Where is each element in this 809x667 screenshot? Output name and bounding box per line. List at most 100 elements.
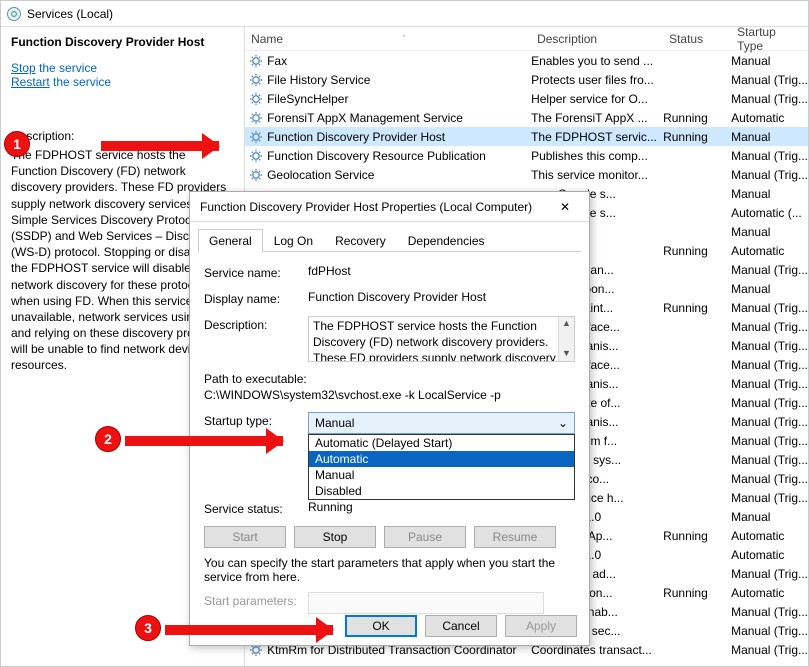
desc-scrollbar[interactable]: ▲▼: [558, 317, 574, 361]
gear-icon: [249, 54, 263, 68]
scroll-down-icon[interactable]: ▼: [562, 347, 571, 361]
service-row[interactable]: Fax Enables you to send ... Manual: [245, 51, 808, 70]
service-name: File History Service: [267, 73, 370, 87]
selected-service-title: Function Discovery Provider Host: [11, 35, 234, 49]
combo-option[interactable]: Disabled: [309, 483, 574, 499]
service-startup: Manual (Trig...: [731, 396, 808, 410]
path-label: Path to executable:: [204, 372, 575, 386]
service-startup: Manual (Trig...: [731, 73, 808, 87]
service-row[interactable]: Function Discovery Provider Host The FDPH…: [245, 127, 808, 146]
dialog-titlebar[interactable]: Function Discovery Provider Host Propert…: [190, 192, 589, 222]
apply-button[interactable]: Apply: [505, 615, 577, 637]
chevron-down-icon: ⌄: [558, 416, 568, 430]
service-startup: Manual (Trig...: [731, 567, 808, 581]
service-name: Function Discovery Resource Publication: [267, 149, 486, 163]
stop-button[interactable]: Stop: [294, 526, 376, 548]
service-startup: Manual (Trig...: [731, 643, 808, 657]
service-startup: Manual (Trig...: [731, 92, 808, 106]
services-toolbar: Services (Local): [1, 1, 808, 27]
desc-label: Description:: [204, 316, 308, 362]
start-param-note: You can specify the start parameters tha…: [204, 556, 575, 584]
service-startup: Manual: [731, 187, 808, 201]
annotation-arrow-1: [101, 141, 219, 151]
service-name: FileSyncHelper: [267, 92, 348, 106]
dialog-tabs: General Log On Recovery Dependencies: [198, 228, 581, 252]
startup-type-combo[interactable]: Manual⌄: [308, 412, 575, 434]
ok-button[interactable]: OK: [345, 615, 417, 637]
service-name-value: fdPHost: [308, 264, 575, 280]
service-row[interactable]: ForensiT AppX Management ServiceThe Fore…: [245, 108, 808, 127]
service-startup: Manual (Trig...: [731, 377, 808, 391]
service-desc: Enables you to send ...: [531, 54, 663, 68]
path-value: C:\WINDOWS\system32\svchost.exe -k Local…: [204, 388, 575, 402]
gear-icon: [249, 130, 263, 144]
col-status[interactable]: Status: [663, 27, 731, 50]
dialog-title-text: Function Discovery Provider Host Propert…: [200, 200, 532, 214]
annotation-arrow-2: [125, 436, 283, 446]
resume-button[interactable]: Resume: [474, 526, 556, 548]
service-row[interactable]: Geolocation ServiceThis service monitor.…: [245, 165, 808, 184]
startup-type-dropdown: Automatic (Delayed Start)AutomaticManual…: [308, 434, 575, 500]
service-status: Running: [663, 301, 731, 315]
service-desc: The FDPHOST servic...: [531, 130, 663, 144]
tab-logon[interactable]: Log On: [263, 229, 324, 252]
restart-service-link[interactable]: Restart the service: [11, 75, 234, 89]
cancel-button[interactable]: Cancel: [425, 615, 497, 637]
services-title: Services (Local): [27, 7, 113, 21]
service-status: Running: [663, 244, 731, 258]
properties-dialog: Function Discovery Provider Host Propert…: [189, 191, 590, 646]
col-name[interactable]: Nameˆ: [245, 27, 531, 50]
combo-option[interactable]: Manual: [309, 467, 574, 483]
service-startup: Manual (Trig...: [731, 605, 808, 619]
stop-service-link[interactable]: Stop the service: [11, 61, 234, 75]
service-row[interactable]: File History Service Protects user files …: [245, 70, 808, 89]
service-startup: Automatic: [731, 548, 808, 562]
start-params-input[interactable]: [308, 592, 544, 614]
service-startup: Automatic: [731, 529, 808, 543]
gear-icon: [249, 168, 263, 182]
service-status-value: Running: [308, 500, 575, 516]
service-startup: Manual (Trig...: [731, 415, 808, 429]
annotation-arrow-3: [165, 625, 333, 635]
service-row[interactable]: Function Discovery Resource PublicationP…: [245, 146, 808, 165]
start-button[interactable]: Start: [204, 526, 286, 548]
gear-icon: [249, 111, 263, 125]
service-startup: Manual (Trig...: [731, 339, 808, 353]
combo-option[interactable]: Automatic (Delayed Start): [309, 435, 574, 451]
service-startup: Manual: [731, 282, 808, 296]
annotation-badge-1: 1: [4, 131, 30, 157]
service-desc: Helper service for O...: [531, 92, 663, 106]
gear-icon: [249, 149, 263, 163]
service-status: Running: [663, 111, 731, 125]
service-row[interactable]: FileSyncHelper Helper service for O... Man…: [245, 89, 808, 108]
service-startup: Manual: [731, 225, 808, 239]
annotation-badge-3: 3: [135, 615, 161, 641]
col-startup[interactable]: Startup Type: [731, 27, 808, 50]
pause-button[interactable]: Pause: [384, 526, 466, 548]
service-name: ForensiT AppX Management Service: [267, 111, 463, 125]
service-startup: Manual (Trig...: [731, 491, 808, 505]
close-icon[interactable]: ✕: [545, 195, 585, 219]
tab-dependencies[interactable]: Dependencies: [397, 229, 496, 252]
annotation-badge-2: 2: [95, 426, 121, 452]
start-params-label: Start parameters:: [204, 592, 308, 614]
service-startup: Automatic (...: [731, 206, 808, 220]
service-startup: Manual: [731, 54, 808, 68]
service-name: Fax: [267, 54, 287, 68]
tab-general[interactable]: General: [198, 229, 263, 252]
service-status: Running: [663, 586, 731, 600]
service-startup: Manual: [731, 130, 808, 144]
service-name: Function Discovery Provider Host: [267, 130, 445, 144]
services-icon: [7, 7, 21, 21]
service-status-label: Service status:: [204, 500, 308, 516]
service-startup: Automatic: [731, 111, 808, 125]
col-description[interactable]: Description: [531, 27, 663, 50]
tab-recovery[interactable]: Recovery: [324, 229, 397, 252]
service-desc: This service monitor...: [531, 168, 663, 182]
service-desc: Protects user files fro...: [531, 73, 663, 87]
service-startup: Automatic: [731, 586, 808, 600]
combo-option[interactable]: Automatic: [309, 451, 574, 467]
service-startup: Manual (Trig...: [731, 624, 808, 638]
service-startup: Manual (Trig...: [731, 358, 808, 372]
scroll-up-icon[interactable]: ▲: [562, 317, 571, 331]
